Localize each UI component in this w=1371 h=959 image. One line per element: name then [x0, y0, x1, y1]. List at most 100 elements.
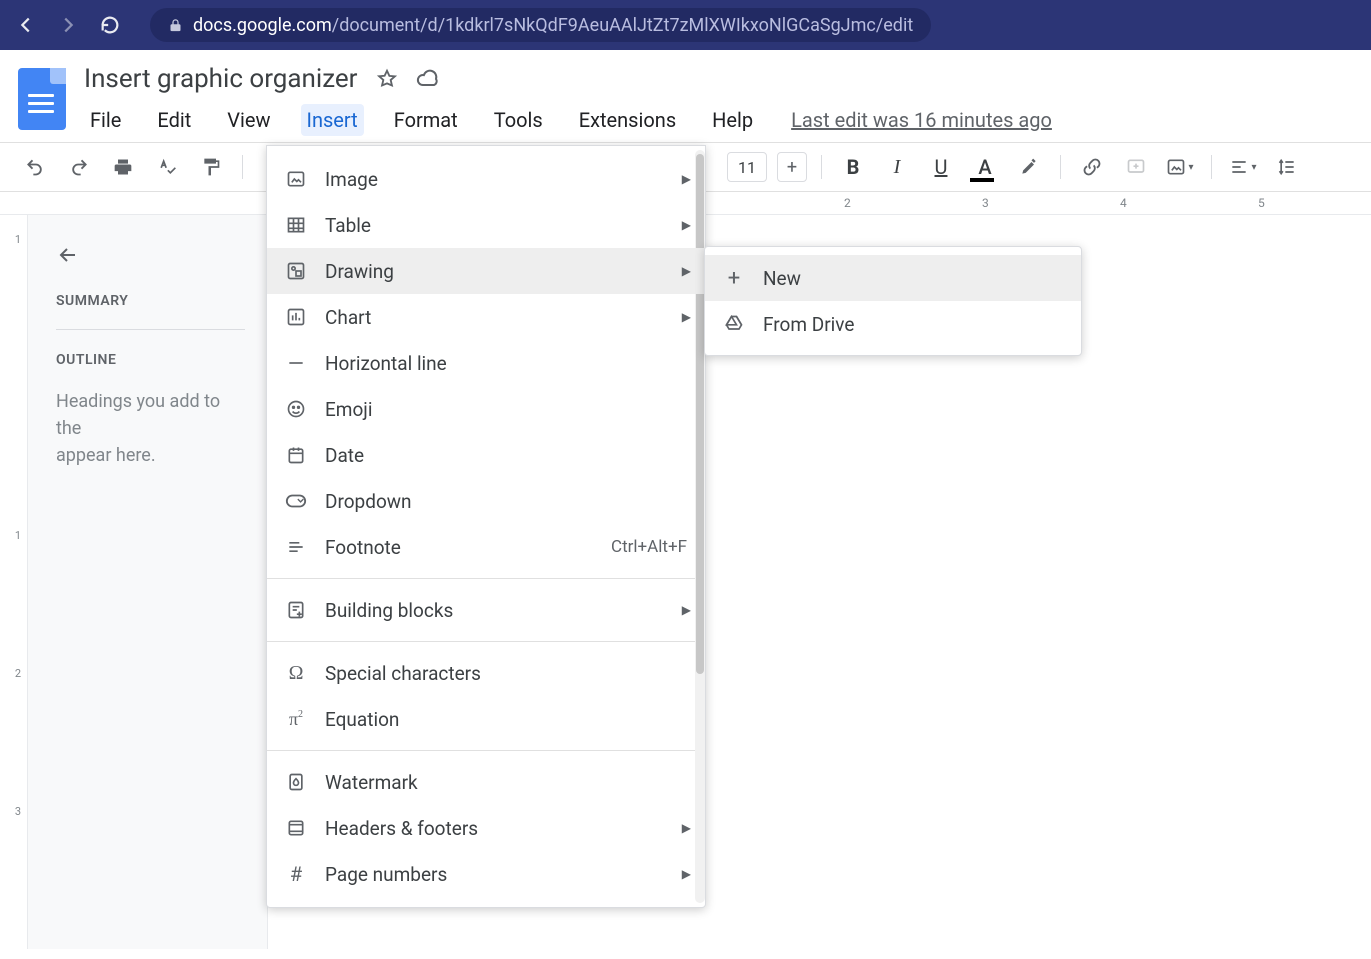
cloud-icon[interactable] [416, 67, 440, 91]
bold-button[interactable]: B [836, 155, 870, 179]
highlight-button[interactable] [1012, 150, 1046, 184]
insert-footnote-item[interactable]: Footnote Ctrl+Alt+F [267, 524, 705, 570]
omega-icon: Ω [285, 662, 307, 685]
insert-horizontal-line-item[interactable]: Horizontal line [267, 340, 705, 386]
menu-file[interactable]: File [84, 104, 127, 136]
toolbar-separator [1060, 155, 1061, 179]
toolbar-separator [1211, 155, 1212, 179]
menu-bar: File Edit View Insert Format Tools Exten… [84, 104, 1353, 136]
lock-icon [168, 18, 183, 33]
paint-format-button[interactable] [194, 150, 228, 184]
menu-separator [267, 750, 705, 751]
undo-button[interactable] [18, 150, 52, 184]
submenu-arrow-icon: ▶ [682, 310, 691, 324]
insert-emoji-item[interactable]: Emoji [267, 386, 705, 432]
dropdown-chip-icon [285, 493, 307, 509]
plus-icon: + [723, 266, 745, 291]
insert-drawing-item[interactable]: Drawing ▶ [267, 248, 705, 294]
docs-logo-icon[interactable] [18, 68, 66, 130]
menu-view[interactable]: View [221, 104, 276, 136]
insert-watermark-item[interactable]: Watermark [267, 759, 705, 805]
insert-image-item[interactable]: Image ▶ [267, 156, 705, 202]
browser-forward-button[interactable] [54, 11, 82, 39]
vertical-ruler[interactable]: 1 1 2 3 [0, 215, 28, 949]
outline-sidebar: SUMMARY OUTLINE Headings you add to the … [28, 215, 268, 949]
menu-separator [267, 578, 705, 579]
drawing-submenu: + New From Drive [704, 246, 1082, 356]
toolbar-separator [821, 155, 822, 179]
submenu-arrow-icon: ▶ [682, 603, 691, 617]
watermark-icon [285, 772, 307, 792]
browser-reload-button[interactable] [96, 11, 124, 39]
submenu-arrow-icon: ▶ [682, 867, 691, 881]
url-path: /document/d/1kdkrl7sNkQdF9AeuAAlJtZt7zMl… [332, 15, 913, 36]
outline-hint: Headings you add to the appear here. [56, 388, 245, 469]
hash-icon: # [285, 862, 307, 886]
menu-insert[interactable]: Insert [301, 104, 364, 136]
insert-menu-dropdown: Image ▶ Table ▶ Drawing ▶ Chart ▶ Horizo… [266, 145, 706, 908]
insert-equation-item[interactable]: π2 Equation [267, 696, 705, 742]
font-size-input[interactable]: 11 [727, 152, 767, 182]
submenu-arrow-icon: ▶ [682, 821, 691, 835]
footnote-icon [285, 537, 307, 557]
insert-link-button[interactable] [1075, 150, 1109, 184]
docs-header: Insert graphic organizer File Edit View … [0, 50, 1371, 136]
star-icon[interactable] [376, 68, 398, 90]
menu-extensions[interactable]: Extensions [573, 104, 682, 136]
insert-image-button[interactable]: ▾ [1163, 150, 1197, 184]
align-button[interactable]: ▾ [1226, 150, 1260, 184]
print-button[interactable] [106, 150, 140, 184]
italic-button[interactable]: I [880, 156, 914, 179]
horizontal-line-icon [285, 353, 307, 373]
sidebar-divider [56, 329, 245, 330]
menu-tools[interactable]: Tools [488, 104, 549, 136]
emoji-icon [285, 399, 307, 419]
drawing-icon [285, 261, 307, 281]
ruler-mark: 2 [844, 196, 851, 210]
menu-edit[interactable]: Edit [151, 104, 197, 136]
summary-heading: SUMMARY [56, 293, 245, 309]
insert-dropdown-item[interactable]: Dropdown [267, 478, 705, 524]
submenu-arrow-icon: ▶ [682, 264, 691, 278]
chart-icon [285, 307, 307, 327]
image-icon [285, 169, 307, 189]
underline-button[interactable]: U [924, 155, 958, 179]
line-spacing-button[interactable] [1270, 150, 1304, 184]
outline-heading: OUTLINE [56, 352, 245, 368]
insert-page-numbers-item[interactable]: # Page numbers ▶ [267, 851, 705, 897]
address-bar[interactable]: docs.google.com/document/d/1kdkrl7sNkQdF… [150, 8, 931, 42]
redo-button[interactable] [62, 150, 96, 184]
document-title[interactable]: Insert graphic organizer [84, 64, 358, 94]
toolbar-separator [242, 155, 243, 179]
spellcheck-button[interactable] [150, 150, 184, 184]
insert-chart-item[interactable]: Chart ▶ [267, 294, 705, 340]
menu-help[interactable]: Help [706, 104, 759, 136]
menu-format[interactable]: Format [388, 104, 464, 136]
menu-separator [267, 641, 705, 642]
submenu-arrow-icon: ▶ [682, 172, 691, 186]
font-size-increase[interactable]: + [777, 152, 807, 182]
insert-building-blocks-item[interactable]: Building blocks ▶ [267, 587, 705, 633]
browser-back-button[interactable] [12, 11, 40, 39]
insert-date-item[interactable]: Date [267, 432, 705, 478]
drawing-new-item[interactable]: + New [705, 255, 1081, 301]
text-color-button[interactable]: A [968, 155, 1002, 179]
pi-icon: π2 [285, 709, 307, 730]
headers-footers-icon [285, 818, 307, 838]
shortcut-label: Ctrl+Alt+F [611, 537, 687, 557]
browser-toolbar: docs.google.com/document/d/1kdkrl7sNkQdF… [0, 0, 1371, 50]
ruler-mark: 5 [1258, 196, 1265, 210]
insert-headers-footers-item[interactable]: Headers & footers ▶ [267, 805, 705, 851]
building-blocks-icon [285, 600, 307, 620]
table-icon [285, 215, 307, 235]
collapse-outline-button[interactable] [56, 243, 245, 267]
insert-special-characters-item[interactable]: Ω Special characters [267, 650, 705, 696]
submenu-arrow-icon: ▶ [682, 218, 691, 232]
insert-table-item[interactable]: Table ▶ [267, 202, 705, 248]
drive-icon [723, 314, 745, 334]
last-edit-link[interactable]: Last edit was 16 minutes ago [791, 108, 1052, 132]
ruler-mark: 4 [1120, 196, 1127, 210]
add-comment-button[interactable] [1119, 150, 1153, 184]
drawing-from-drive-item[interactable]: From Drive [705, 301, 1081, 347]
ruler-mark: 3 [982, 196, 989, 210]
